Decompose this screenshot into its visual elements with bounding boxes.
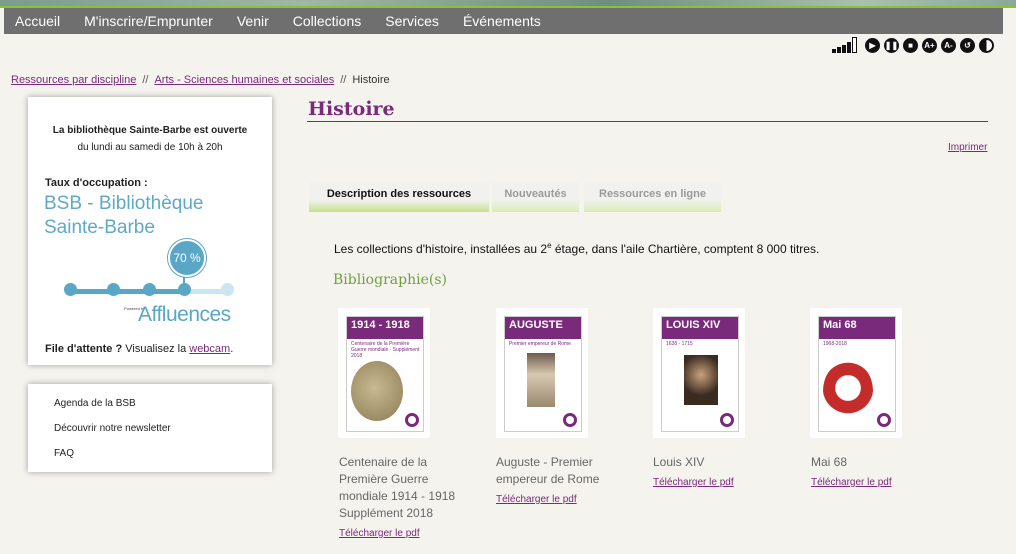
download-pdf-link[interactable]: Télécharger le pdf	[339, 528, 420, 539]
desc-part: étage, dans l'aile Chartière, comptent 8…	[551, 242, 820, 256]
queue-info: File d'attente ? Visualisez la webcam.	[45, 343, 233, 355]
breadcrumb: Ressources par discipline // Arts - Scienc…	[11, 74, 390, 86]
download-pdf-link[interactable]: Télécharger le pdf	[811, 477, 892, 488]
download-pdf-link[interactable]: Télécharger le pdf	[653, 477, 734, 488]
main-nav: Accueil M'inscrire/Emprunter Venir Colle…	[4, 8, 1003, 34]
opening-hours: du lundi au samedi de 10h à 20h	[77, 142, 223, 153]
medal-image	[351, 361, 403, 421]
cover-subtitle: Centenaire de la Première Guerre mondial…	[351, 341, 420, 359]
library-name-line2: Sainte-Barbe	[44, 217, 155, 238]
book-cover-louis-xiv[interactable]: LOUIS XIV 1638 - 1715	[653, 308, 745, 438]
occupancy-dot	[221, 283, 234, 296]
breadcrumb-separator: //	[142, 74, 149, 86]
breadcrumb-link-arts[interactable]: Arts - Sciences humaines et sociales	[154, 74, 334, 86]
book-title-mai-68: Mai 68	[811, 455, 848, 469]
cover-title: Mai 68	[823, 319, 857, 331]
opening-status: La bibliothèque Sainte-Barbe est ouverte	[52, 125, 248, 136]
bibliography-heading: Bibliographie(s)	[333, 272, 447, 288]
book-cover-mai-68[interactable]: Mai 68 1968-2018	[810, 308, 902, 438]
book-title-1914-1918: Centenaire de la Première Guerre mondial…	[339, 455, 456, 520]
occupancy-percent: 70 %	[168, 239, 206, 277]
tab-nouveautes[interactable]: Nouveautés	[492, 182, 579, 212]
link-faq[interactable]: FAQ	[54, 448, 74, 459]
nav-inscrire[interactable]: M'inscrire/Emprunter	[84, 13, 213, 29]
font-increase-button[interactable]: A+	[922, 38, 937, 53]
nav-evenements[interactable]: Événements	[463, 13, 541, 29]
link-newsletter[interactable]: Découvrir notre newsletter	[54, 423, 171, 434]
link-agenda[interactable]: Agenda de la BSB	[54, 398, 136, 409]
nav-accueil[interactable]: Accueil	[15, 13, 60, 29]
download-pdf-link[interactable]: Télécharger le pdf	[496, 494, 577, 505]
side-links-box: Agenda de la BSB Découvrir notre newslet…	[28, 384, 272, 472]
volume-bars-icon[interactable]	[832, 36, 857, 53]
nav-collections[interactable]: Collections	[293, 13, 361, 29]
cover-title: LOUIS XIV	[666, 319, 721, 331]
portrait-image	[684, 355, 718, 405]
queue-question: File d'attente ?	[45, 343, 123, 355]
library-name: BSB - Bibliothèque Sainte-Barbe	[44, 192, 204, 240]
affluences-logo: Affluences	[138, 303, 231, 326]
library-name-line1: BSB - Bibliothèque	[44, 193, 204, 214]
title-divider	[307, 121, 988, 122]
page-title: Histoire	[308, 98, 395, 120]
book-title-auguste: Auguste - Premier empereur de Rome	[496, 455, 600, 486]
desc-part: Les collections d'histoire, installées a…	[334, 242, 548, 256]
play-icon[interactable]: ▶	[865, 38, 880, 53]
book-title-louis-xiv: Louis XIV	[653, 455, 705, 469]
occupancy-widget: La bibliothèque Sainte-Barbe est ouverte…	[28, 97, 272, 365]
nav-venir[interactable]: Venir	[237, 13, 269, 29]
webcam-link[interactable]: webcam	[189, 343, 230, 355]
breadcrumb-link-discipline[interactable]: Ressources par discipline	[11, 74, 136, 86]
reset-icon[interactable]: ↺	[960, 38, 975, 53]
cover-title: AUGUSTE	[509, 319, 563, 331]
book-cover-1914-1918[interactable]: 1914 - 1918 Centenaire de la Première Gu…	[338, 308, 430, 438]
contrast-icon[interactable]	[979, 38, 994, 53]
collection-description: Les collections d'histoire, installées a…	[334, 241, 819, 256]
breadcrumb-current: Histoire	[352, 74, 390, 86]
book-cover-auguste[interactable]: AUGUSTE Premier empereur de Rome	[496, 308, 588, 438]
cover-title: 1914 - 1918	[351, 319, 410, 331]
occupancy-fill	[70, 289, 182, 294]
library-logo-icon	[720, 413, 734, 427]
accessibility-toolbar: ▶ ❚❚ ■ A+ A- ↺	[832, 36, 994, 53]
library-logo-icon	[405, 413, 419, 427]
cover-subtitle: 1968-2018	[823, 341, 847, 347]
print-link[interactable]: Imprimer	[948, 142, 987, 153]
occupancy-label: Taux d'occupation :	[45, 177, 148, 189]
tab-ressources-en-ligne[interactable]: Ressources en ligne	[584, 182, 721, 212]
occupancy-dot	[64, 283, 77, 296]
nav-services[interactable]: Services	[385, 13, 439, 29]
breadcrumb-separator: //	[340, 74, 347, 86]
library-logo-icon	[563, 413, 577, 427]
tab-description[interactable]: Description des ressources	[309, 182, 489, 212]
pause-icon[interactable]: ❚❚	[884, 38, 899, 53]
queue-end: .	[230, 343, 234, 355]
occupancy-dot	[107, 283, 120, 296]
font-decrease-button[interactable]: A-	[941, 38, 956, 53]
poster-image	[823, 361, 873, 421]
library-logo-icon	[877, 413, 891, 427]
occupancy-dot	[143, 283, 156, 296]
cover-subtitle: 1638 - 1715	[666, 341, 693, 347]
cover-subtitle: Premier empereur de Rome	[509, 341, 571, 347]
statue-image	[527, 353, 555, 407]
stop-icon[interactable]: ■	[903, 38, 918, 53]
queue-text: Visualisez la	[122, 343, 190, 355]
